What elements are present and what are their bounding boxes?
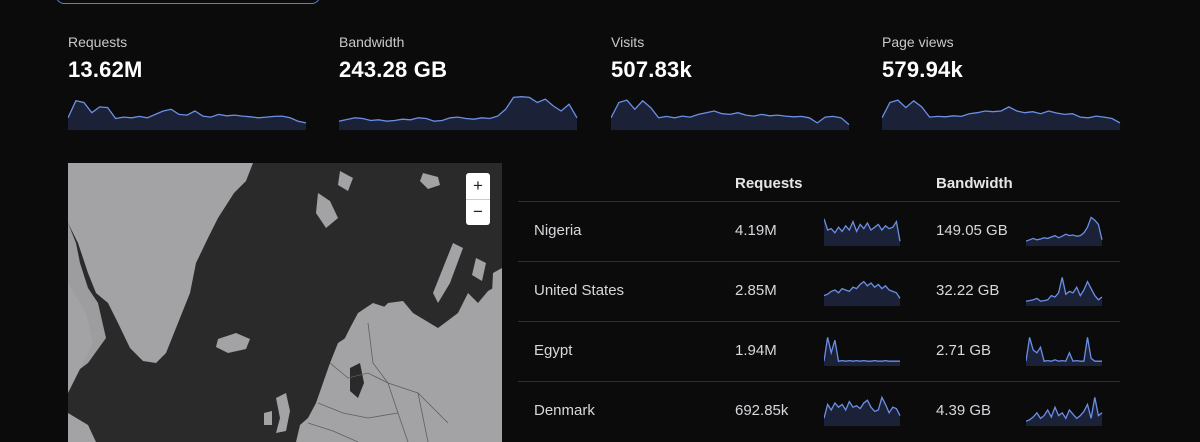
- sparkline-area: [824, 281, 900, 306]
- bandwidth-value: 4.39 GB: [936, 402, 992, 419]
- table-row[interactable]: Nigeria 4.19M 149.05 GB: [518, 201, 1120, 262]
- stat-label: Page views: [882, 34, 954, 50]
- stat-value: 13.62M: [68, 57, 143, 82]
- requests-value: 692.85k: [735, 402, 789, 419]
- sparkline-area: [1026, 397, 1102, 426]
- stat-label: Visits: [611, 34, 645, 50]
- stat-sparkline: [68, 100, 307, 130]
- filter-button[interactable]: [56, 0, 320, 4]
- stat-sparkline: [882, 99, 1121, 130]
- country-name: United States: [534, 282, 625, 299]
- column-header-bandwidth[interactable]: Bandwidth: [936, 175, 1013, 192]
- bandwidth-value: 149.05 GB: [936, 222, 1008, 239]
- stat-page-views: Page views 579.94k: [882, 34, 1122, 130]
- stat-value: 243.28 GB: [339, 57, 448, 82]
- bandwidth-sparkline: [1026, 277, 1103, 306]
- stat-value: 579.94k: [882, 57, 963, 82]
- requests-value: 1.94M: [735, 342, 777, 359]
- requests-sparkline: [824, 337, 900, 366]
- table-row[interactable]: Egypt 1.94M 2.71 GB: [518, 321, 1120, 382]
- stat-sparkline: [611, 99, 850, 130]
- zoom-in-button[interactable]: +: [466, 173, 490, 200]
- requests-sparkline: [824, 218, 901, 246]
- bandwidth-value: 32.22 GB: [936, 282, 1000, 299]
- sparkline-area: [1026, 217, 1102, 246]
- requests-sparkline: [824, 280, 901, 306]
- stat-value: 507.83k: [611, 57, 692, 82]
- country-name: Denmark: [534, 402, 595, 419]
- bandwidth-sparkline: [1026, 397, 1103, 426]
- bandwidth-sparkline: [1026, 216, 1103, 246]
- stat-bandwidth: Bandwidth 243.28 GB: [339, 34, 579, 130]
- zoom-controls: + −: [466, 173, 490, 225]
- stat-label: Requests: [68, 34, 128, 50]
- zoom-out-button[interactable]: −: [466, 199, 490, 225]
- bandwidth-value: 2.71 GB: [936, 342, 992, 359]
- sparkline-area: [339, 96, 577, 130]
- map-canvas[interactable]: [68, 163, 502, 442]
- stat-requests: Requests 13.62M: [68, 34, 308, 130]
- world-map[interactable]: + −: [68, 163, 502, 442]
- requests-value: 2.85M: [735, 282, 777, 299]
- column-header-requests[interactable]: Requests: [735, 175, 803, 192]
- sparkline-area: [1026, 277, 1102, 306]
- table-row[interactable]: United States 2.85M 32.22 GB: [518, 261, 1120, 322]
- country-name: Nigeria: [534, 222, 582, 239]
- stat-visits: Visits 507.83k: [611, 34, 851, 130]
- table-row[interactable]: Denmark 692.85k 4.39 GB: [518, 381, 1120, 442]
- requests-value: 4.19M: [735, 222, 777, 239]
- stat-sparkline: [339, 96, 578, 130]
- requests-sparkline: [824, 395, 901, 426]
- bandwidth-sparkline: [1026, 337, 1102, 366]
- country-name: Egypt: [534, 342, 573, 359]
- stat-label: Bandwidth: [339, 34, 405, 50]
